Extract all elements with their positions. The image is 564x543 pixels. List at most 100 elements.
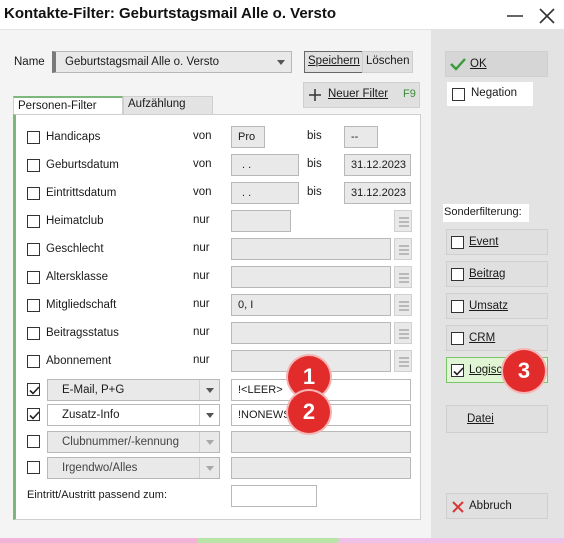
altersklasse-field[interactable] — [231, 266, 391, 288]
tab-aufzaehlung[interactable]: Aufzählung — [123, 96, 213, 114]
logisch-checkbox[interactable] — [451, 364, 464, 377]
tab-aufzaehlung-label: Aufzählung — [128, 98, 186, 110]
irgendwo-filter-checkbox[interactable] — [27, 461, 40, 474]
annotation-badge-3: 3 — [503, 350, 545, 392]
heimatclub-checkbox[interactable] — [27, 215, 40, 228]
file-button-label: Datei — [467, 413, 494, 425]
special-event-button[interactable]: Event — [446, 229, 548, 255]
cancel-button[interactable]: Abbruch — [446, 493, 548, 519]
geschlecht-checkbox[interactable] — [27, 243, 40, 256]
filter-label-eintrittsdatum: Eintrittsdatum — [46, 187, 117, 199]
eintrittsdatum-checkbox[interactable] — [27, 187, 40, 200]
close-button[interactable] — [535, 3, 559, 27]
clubnummer-filter-value[interactable] — [231, 431, 411, 453]
geburtsdatum-from-field[interactable]: . . — [231, 154, 299, 176]
beitrag-checkbox[interactable] — [451, 268, 464, 281]
abonnement-checkbox[interactable] — [27, 355, 40, 368]
chevron-down-icon[interactable] — [199, 405, 219, 425]
filter-label-handicaps: Handicaps — [46, 131, 101, 143]
list-icon — [399, 357, 409, 367]
entry-exit-field[interactable] — [231, 485, 317, 507]
ok-button[interactable]: OK — [445, 51, 548, 77]
mitgliedschaft-list-button[interactable] — [394, 294, 412, 316]
new-filter-shortcut: F9 — [403, 88, 416, 100]
beitragsstatus-checkbox[interactable] — [27, 327, 40, 340]
special-crm-button[interactable]: CRM — [446, 325, 548, 351]
filter-op: nur — [193, 298, 210, 310]
special-umsatz-button[interactable]: Umsatz — [446, 293, 548, 319]
window-title: Kontakte-Filter: Geburtstagsmail Alle o.… — [4, 5, 337, 22]
name-select[interactable]: Geburtstagsmail Alle o. Versto — [52, 51, 292, 73]
filter-op: nur — [193, 214, 210, 226]
save-button[interactable]: Speichern — [304, 51, 364, 73]
list-icon — [399, 217, 409, 227]
filter-op: nur — [193, 242, 210, 254]
negation-checkbox[interactable] — [452, 88, 465, 101]
filter-op: von — [193, 158, 212, 170]
geburtsdatum-to-field[interactable]: 31.12.2023 — [344, 154, 411, 176]
altersklasse-checkbox[interactable] — [27, 271, 40, 284]
eintrittsdatum-to-field[interactable]: 31.12.2023 — [344, 182, 411, 204]
umsatz-checkbox[interactable] — [451, 300, 464, 313]
negation-toggle[interactable]: Negation — [447, 82, 533, 106]
irgendwo-filter-value[interactable] — [231, 457, 411, 479]
clubnummer-filter-checkbox[interactable] — [27, 435, 40, 448]
heimatclub-list-button[interactable] — [394, 210, 412, 232]
filter-bis: bis — [307, 130, 322, 142]
checkmark-icon — [450, 58, 466, 71]
list-icon — [399, 301, 409, 311]
tab-personen-filter-label: Personen-Filter — [18, 100, 97, 112]
heimatclub-field[interactable] — [231, 210, 291, 232]
crm-checkbox[interactable] — [451, 332, 464, 345]
irgendwo-field-select[interactable]: Irgendwo/Alles — [47, 457, 220, 479]
altersklasse-list-button[interactable] — [394, 266, 412, 288]
geschlecht-field[interactable] — [231, 238, 391, 260]
event-checkbox[interactable] — [451, 236, 464, 249]
filter-label-geburtsdatum: Geburtsdatum — [46, 159, 119, 171]
special-heading: Sonderfilterung: — [444, 206, 522, 218]
filter-label-beitragsstatus: Beitragsstatus — [46, 327, 119, 339]
special-beitrag-label: Beitrag — [469, 268, 506, 280]
irgendwo-field-select-value: Irgendwo/Alles — [62, 462, 138, 474]
cancel-button-label: Abbruch — [469, 500, 512, 512]
chevron-down-icon[interactable] — [271, 52, 291, 72]
delete-button-label: Löschen — [366, 55, 410, 67]
file-button[interactable]: Datei — [446, 405, 548, 433]
chevron-down-icon[interactable] — [199, 458, 219, 478]
special-beitrag-button[interactable]: Beitrag — [446, 261, 548, 287]
clubnummer-field-select[interactable]: Clubnummer/-kennung — [47, 431, 220, 453]
negation-label: Negation — [471, 87, 518, 99]
minimize-button[interactable] — [503, 3, 527, 27]
chevron-down-icon[interactable] — [199, 432, 219, 452]
filter-op: von — [193, 130, 212, 142]
delete-button[interactable]: Löschen — [362, 51, 414, 73]
zusatz-filter-checkbox[interactable] — [27, 408, 40, 421]
handicaps-to-field[interactable]: -- — [344, 126, 378, 148]
handicaps-checkbox[interactable] — [27, 131, 40, 144]
mitgliedschaft-checkbox[interactable] — [27, 299, 40, 312]
tab-personen-filter[interactable]: Personen-Filter — [13, 96, 123, 116]
special-umsatz-label: Umsatz — [469, 300, 508, 312]
checkmark-icon — [29, 386, 40, 395]
email-filter-checkbox[interactable] — [27, 383, 40, 396]
handicaps-from-field[interactable]: Pro — [231, 126, 265, 148]
save-button-label: Speichern — [308, 55, 360, 67]
eintrittsdatum-from-field[interactable]: . . — [231, 182, 299, 204]
filter-op: von — [193, 186, 212, 198]
filter-label-heimatclub: Heimatclub — [46, 215, 104, 227]
checkmark-icon — [29, 411, 40, 420]
zusatz-field-select[interactable]: Zusatz-Info — [47, 404, 220, 426]
new-filter-button[interactable]: Neuer Filter F9 — [303, 82, 420, 108]
bottom-strip — [0, 538, 564, 543]
geburtsdatum-checkbox[interactable] — [27, 159, 40, 172]
email-field-select[interactable]: E-Mail, P+G — [47, 379, 220, 401]
abonnement-list-button[interactable] — [394, 350, 412, 372]
geschlecht-list-button[interactable] — [394, 238, 412, 260]
beitragsstatus-field[interactable] — [231, 322, 391, 344]
checkmark-icon — [453, 367, 464, 376]
chevron-down-icon[interactable] — [199, 380, 219, 400]
entry-exit-label: Eintritt/Austritt passend zum: — [27, 489, 167, 501]
beitragsstatus-list-button[interactable] — [394, 322, 412, 344]
plus-icon — [309, 89, 321, 101]
mitgliedschaft-field[interactable]: 0, I — [231, 294, 391, 316]
